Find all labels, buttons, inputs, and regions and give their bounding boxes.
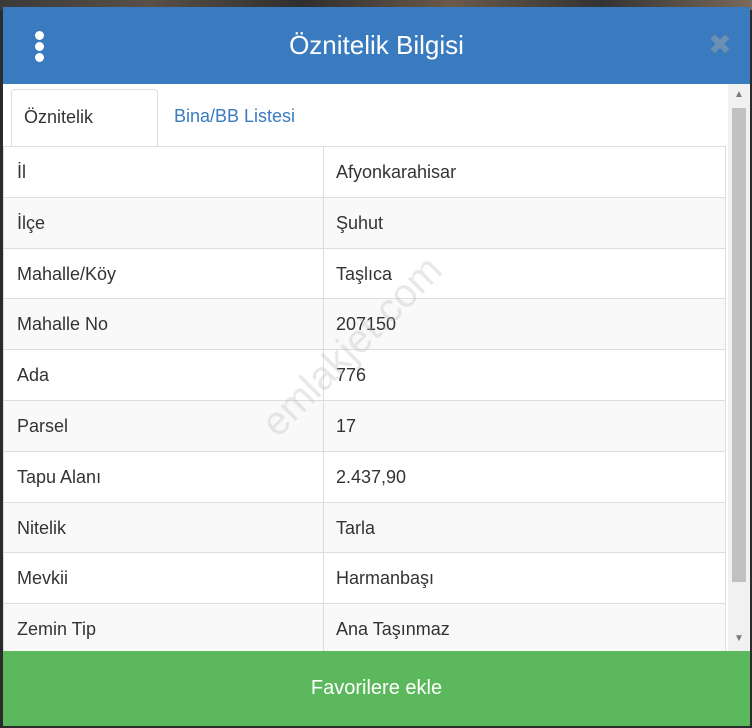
table-row: Tapu Alanı 2.437,90 (3, 450, 726, 502)
attribute-key: Zemin Tip (3, 604, 324, 651)
attribute-value: 776 (324, 350, 726, 400)
attribute-info-dialog: Öznitelik Bilgisi ✖ Öznitelik Bilgisi Bi… (3, 7, 750, 726)
attribute-value: 207150 (324, 299, 726, 350)
attribute-key: Parsel (3, 400, 324, 451)
attribute-value: 17 (324, 400, 726, 451)
tab-attribute-info[interactable]: Öznitelik Bilgisi (11, 89, 158, 182)
attribute-key: İlçe (3, 197, 324, 248)
attribute-key: Mevkii (3, 553, 324, 604)
table-row: Nitelik Tarla (3, 501, 726, 553)
table-row: Mahalle/Köy Taşlıca (3, 247, 726, 299)
add-to-favorites-button[interactable]: Favorilere ekle (3, 651, 750, 726)
table-row: İl Afyonkarahisar (3, 146, 726, 197)
attribute-key: İl (3, 147, 324, 197)
table-row: Zemin Tip Ana Taşınmaz (3, 603, 726, 651)
tab-building-list[interactable]: Bina/BB Listesi (162, 89, 307, 147)
attribute-value: Şuhut (324, 197, 726, 248)
table-row: Mevkii Harmanbaşı (3, 552, 726, 604)
dialog-body: Öznitelik Bilgisi Bina/BB Listesi İl Afy… (3, 84, 750, 651)
scrollbar-thumb[interactable] (732, 108, 746, 582)
attribute-key: Mahalle No (3, 299, 324, 350)
attribute-value: Ana Taşınmaz (324, 604, 726, 651)
attribute-value: Taşlıca (324, 248, 726, 299)
attribute-value: 2.437,90 (324, 451, 726, 502)
close-icon[interactable]: ✖ (708, 31, 732, 59)
dialog-header: Öznitelik Bilgisi ✖ (3, 7, 750, 84)
attribute-key: Ada (3, 350, 324, 400)
table-row: Mahalle No 207150 (3, 298, 726, 350)
attribute-value: Harmanbaşı (324, 553, 726, 604)
scroll-up-arrow-icon[interactable]: ▲ (728, 86, 750, 104)
attribute-key: Mahalle/Köy (3, 248, 324, 299)
attribute-key: Tapu Alanı (3, 451, 324, 502)
table-row: Parsel 17 (3, 399, 726, 451)
table-row: İlçe Şuhut (3, 196, 726, 248)
attribute-key: Nitelik (3, 502, 324, 553)
table-row: Ada 776 (3, 349, 726, 400)
scroll-down-arrow-icon[interactable]: ▼ (728, 630, 750, 648)
attribute-value: Tarla (324, 502, 726, 553)
vertical-scrollbar[interactable]: ▲ ▼ (728, 84, 750, 651)
attribute-value: Afyonkarahisar (324, 147, 726, 197)
dialog-title: Öznitelik Bilgisi (289, 30, 464, 60)
attribute-table: İl Afyonkarahisar İlçe Şuhut Mahalle/Köy… (3, 146, 726, 651)
tab-bar: Öznitelik Bilgisi Bina/BB Listesi (3, 84, 726, 182)
